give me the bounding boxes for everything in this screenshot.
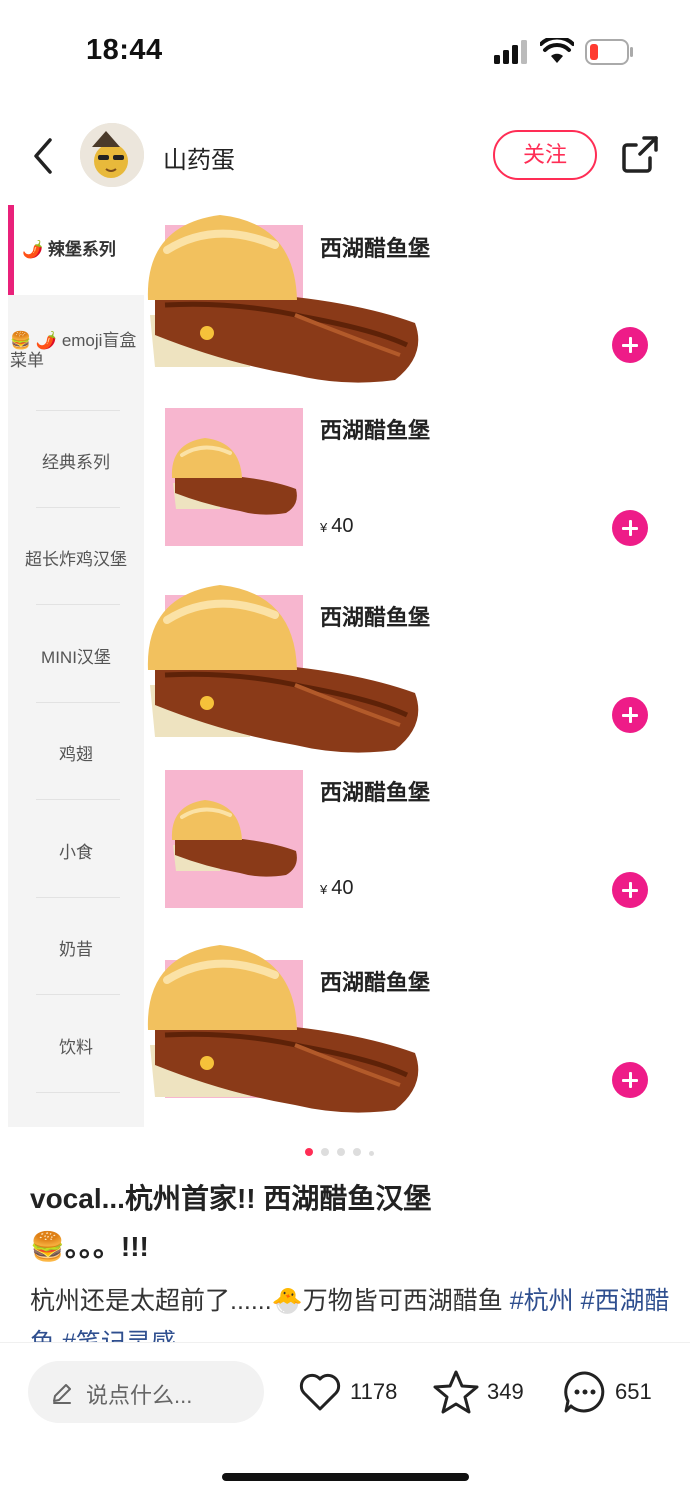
divider: [36, 604, 120, 605]
comment-placeholder: 说点什么...: [86, 1383, 193, 1408]
comment-bubble-icon: [564, 1371, 605, 1413]
battery-icon: [585, 39, 633, 65]
comment-input[interactable]: 说点什么...: [28, 1361, 264, 1423]
category-item-long-chicken[interactable]: 超长炸鸡汉堡: [8, 545, 144, 570]
category-sidebar: 🌶️ 辣堡系列 🍔 🌶️ emoji盲盒菜单 经典系列 超长炸鸡汉堡 MINI汉…: [8, 205, 144, 1127]
note-header: 山药蛋 关注: [0, 120, 690, 192]
category-item-shakes[interactable]: 奶昔: [8, 935, 144, 960]
category-item-emoji[interactable]: 🍔 🌶️ emoji盲盒菜单: [8, 325, 144, 385]
divider: [36, 994, 120, 995]
burger-image: [147, 945, 419, 1113]
pager-dot[interactable]: [369, 1151, 374, 1156]
pager-dot[interactable]: [337, 1148, 345, 1156]
pencil-icon: [53, 1384, 71, 1404]
favorite-button[interactable]: 349: [432, 1369, 537, 1415]
post-title-line: 🍔。。。!!!: [30, 1231, 149, 1262]
category-label: 辣堡系列: [47, 240, 116, 259]
active-indicator: [8, 205, 14, 295]
comment-button[interactable]: 651: [562, 1369, 672, 1415]
chili-icon: 🌶️: [22, 240, 44, 259]
avatar-image: [80, 123, 144, 187]
item-price: ¥40: [320, 515, 353, 538]
author-avatar[interactable]: [80, 123, 144, 187]
item-name: 西湖醋鱼堡: [320, 605, 431, 630]
hashtag-link[interactable]: #笔记灵感: [62, 1329, 176, 1342]
star-icon: [433, 1370, 479, 1414]
item-price: ¥40: [320, 877, 353, 900]
burger-icon: 🍔: [10, 331, 32, 350]
pager-dot-active[interactable]: [305, 1148, 313, 1156]
currency-symbol: ¥: [320, 520, 328, 535]
divider: [36, 799, 120, 800]
item-name: 西湖醋鱼堡: [320, 970, 431, 995]
follow-button[interactable]: 关注: [493, 130, 597, 180]
category-item-wings[interactable]: 鸡翅: [8, 740, 144, 765]
favorite-count: 349: [487, 1379, 524, 1404]
price-value: 40: [331, 515, 354, 537]
status-time: 18:44: [86, 34, 163, 66]
burger-image: [171, 438, 297, 515]
category-item-spicy[interactable]: 🌶️ 辣堡系列: [8, 205, 144, 295]
like-button[interactable]: 1178: [297, 1369, 407, 1415]
back-arrow-icon[interactable]: [28, 134, 58, 178]
wifi-icon: [540, 38, 574, 63]
share-icon[interactable]: [620, 134, 660, 174]
divider: [36, 1092, 120, 1093]
status-bar: 18:44: [0, 0, 690, 100]
divider: [36, 507, 120, 508]
price-value: 40: [331, 877, 354, 899]
item-name: 西湖醋鱼堡: [320, 418, 431, 443]
divider: [36, 897, 120, 898]
pager-dot[interactable]: [321, 1148, 329, 1156]
post-body-text: 杭州还是太超前了......🐣万物皆可西湖醋鱼: [30, 1287, 510, 1315]
cellular-signal-icon: [494, 40, 527, 64]
image-pager-dots: [305, 1143, 382, 1161]
category-item-snacks[interactable]: 小食: [8, 838, 144, 863]
add-item-button[interactable]: [612, 872, 648, 908]
hashtag-link[interactable]: #杭州: [510, 1287, 574, 1315]
menu-image[interactable]: 🌶️ 辣堡系列 🍔 🌶️ emoji盲盒菜单 经典系列 超长炸鸡汉堡 MINI汉…: [0, 205, 690, 1127]
currency-symbol: ¥: [320, 882, 328, 897]
item-name: 西湖醋鱼堡: [320, 780, 431, 805]
comment-count: 651: [615, 1379, 652, 1404]
bottom-action-bar: 说点什么... 1178 349 651: [0, 1342, 690, 1452]
pager-dot[interactable]: [353, 1148, 361, 1156]
divider: [36, 702, 120, 703]
post-title: vocal...杭州首家!! 西湖醋鱼汉堡 🍔。。。!!!: [30, 1175, 670, 1271]
add-item-button[interactable]: [612, 510, 648, 546]
chili-icon: 🌶️: [35, 331, 58, 350]
author-name[interactable]: 山药蛋: [163, 140, 235, 175]
category-item-mini[interactable]: MINI汉堡: [8, 643, 144, 668]
category-item-drinks[interactable]: 饮料: [8, 1033, 144, 1058]
post-body: 杭州还是太超前了......🐣万物皆可西湖醋鱼 #杭州 #西湖醋鱼 #笔记灵感: [30, 1280, 670, 1342]
home-indicator[interactable]: [222, 1473, 469, 1481]
add-item-button[interactable]: [612, 1062, 648, 1098]
divider: [36, 410, 120, 411]
add-item-button[interactable]: [612, 327, 648, 363]
burger-image: [171, 800, 297, 877]
item-name: 西湖醋鱼堡: [320, 236, 431, 261]
like-count: 1178: [350, 1379, 398, 1404]
post-title-line: vocal...杭州首家!! 西湖醋鱼汉堡: [30, 1183, 432, 1214]
category-item-classic[interactable]: 经典系列: [8, 448, 144, 473]
heart-icon: [299, 1373, 341, 1411]
add-item-button[interactable]: [612, 697, 648, 733]
